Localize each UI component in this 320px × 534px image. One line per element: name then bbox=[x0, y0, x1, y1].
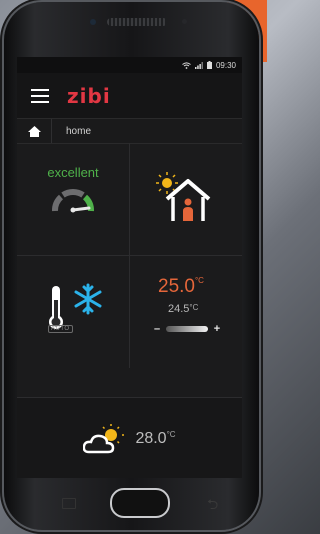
house-presence-icon bbox=[156, 172, 211, 221]
home-icon bbox=[27, 125, 41, 137]
battery-icon bbox=[206, 61, 212, 69]
decrease-button[interactable]: – bbox=[152, 323, 162, 335]
wifi-icon bbox=[182, 61, 191, 69]
set-temperature: 25.0°C bbox=[158, 276, 204, 297]
front-camera bbox=[90, 19, 96, 25]
app-bar: zibi bbox=[17, 73, 242, 118]
air-quality-label: excellent bbox=[47, 165, 99, 180]
outdoor-temperature: 28.0°C bbox=[135, 429, 176, 447]
gauge-icon bbox=[52, 188, 94, 213]
hardware-nav-bar: ⮌ bbox=[17, 486, 242, 522]
home-button[interactable] bbox=[17, 119, 52, 143]
climate-mode-tile[interactable]: AUTO bbox=[17, 256, 130, 368]
snowflake-icon bbox=[74, 283, 102, 315]
hardware-home-button[interactable] bbox=[110, 488, 170, 518]
outdoor-weather-bar[interactable]: 28.0°C bbox=[17, 397, 242, 478]
back-button[interactable]: ⮌ bbox=[207, 494, 218, 518]
status-time: 09:30 bbox=[215, 60, 236, 70]
temperature-slider[interactable]: – + bbox=[152, 323, 222, 335]
breadcrumb-label: home bbox=[66, 125, 92, 137]
status-bar: 09:30 bbox=[17, 57, 242, 73]
slider-track[interactable] bbox=[166, 326, 208, 332]
app-screen: 09:30 zibi home excellent AUTO 25.0°C 24… bbox=[17, 57, 242, 478]
thermostat-tile: 25.0°C 24.5°C – + bbox=[130, 256, 242, 368]
partly-cloudy-icon bbox=[83, 423, 125, 453]
air-quality-tile[interactable]: excellent bbox=[17, 143, 130, 256]
proximity-sensor bbox=[182, 19, 187, 24]
recent-apps-button[interactable] bbox=[62, 498, 76, 509]
presence-tile[interactable] bbox=[130, 143, 242, 256]
menu-icon[interactable] bbox=[31, 88, 49, 103]
page-background: { "status": {"time": "09:30"}, "app": {"… bbox=[0, 0, 267, 534]
dashboard-grid: excellent AUTO 25.0°C 24.5°C – + bbox=[17, 143, 242, 368]
earpiece-speaker bbox=[107, 18, 167, 26]
increase-button[interactable]: + bbox=[212, 323, 222, 335]
thermometer-icon bbox=[49, 286, 63, 329]
mode-badge: AUTO bbox=[48, 325, 73, 333]
breadcrumb: home bbox=[17, 118, 242, 144]
signal-icon bbox=[194, 61, 203, 69]
current-temperature: 24.5°C bbox=[168, 303, 199, 315]
app-logo: zibi bbox=[67, 83, 111, 108]
